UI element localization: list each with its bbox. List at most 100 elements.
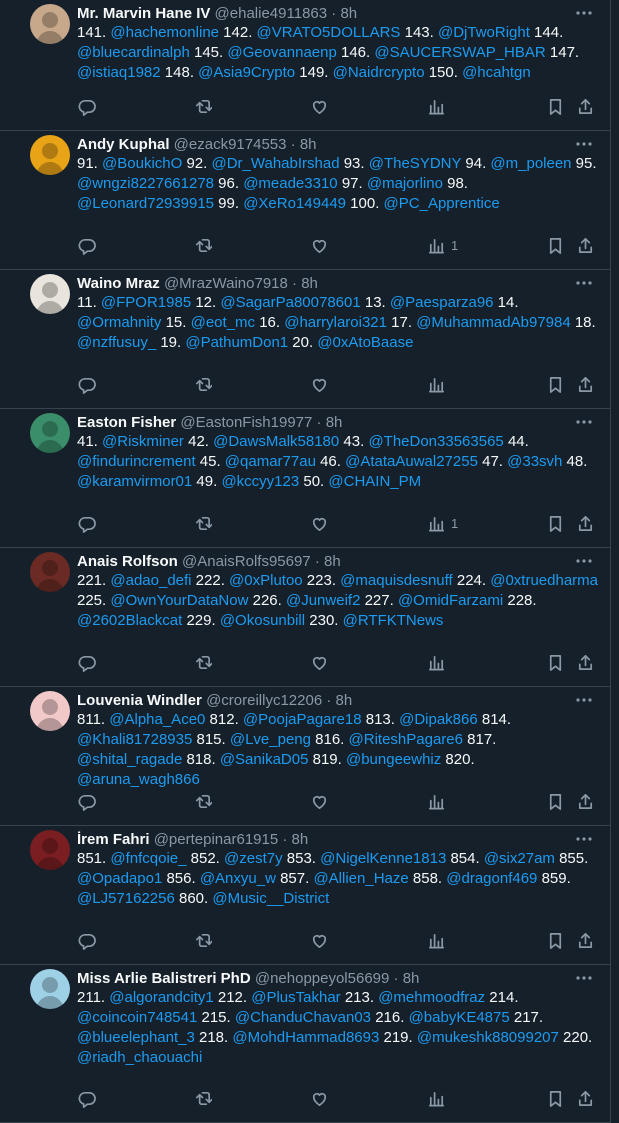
reply-icon[interactable] — [77, 97, 97, 117]
mention-link[interactable]: @PathumDon1 — [185, 334, 288, 351]
mention-link[interactable]: @Okosunbill — [220, 612, 305, 629]
timestamp[interactable]: 8h — [292, 831, 309, 848]
avatar[interactable] — [30, 274, 70, 314]
like-icon[interactable] — [310, 514, 330, 534]
mention-link[interactable]: @0xtruedharma — [490, 572, 598, 589]
like-icon[interactable] — [310, 792, 330, 812]
more-options-icon[interactable] — [573, 830, 595, 848]
retweet-icon[interactable] — [193, 375, 213, 395]
author-name[interactable]: Easton Fisher — [77, 414, 176, 431]
retweet-icon[interactable] — [193, 236, 213, 256]
bookmark-icon[interactable] — [546, 236, 566, 256]
more-options-icon[interactable] — [573, 552, 595, 570]
author-name[interactable]: Louvenia Windler — [77, 692, 202, 709]
like-icon[interactable] — [310, 375, 330, 395]
mention-link[interactable]: @algorandcity1 — [109, 989, 213, 1006]
tweet[interactable]: Mr. Marvin Hane IV @ehalie4911863 · 8h 14… — [0, 0, 611, 131]
mention-link[interactable]: @2602Blackcat — [77, 612, 182, 629]
mention-link[interactable]: @mehmoodfraz — [378, 989, 485, 1006]
mention-link[interactable]: @TheSYDNY — [369, 155, 461, 172]
mention-link[interactable]: @Khali81728935 — [77, 731, 192, 748]
mention-link[interactable]: @m_poleen — [490, 155, 571, 172]
reply-icon[interactable] — [77, 1089, 97, 1109]
mention-link[interactable]: @eot_mc — [191, 314, 255, 331]
avatar[interactable] — [30, 552, 70, 592]
bookmark-icon[interactable] — [546, 1089, 566, 1109]
mention-link[interactable]: @LJ57162256 — [77, 890, 175, 907]
bookmark-icon[interactable] — [546, 792, 566, 812]
avatar[interactable] — [30, 969, 70, 1009]
author-handle[interactable]: @croreillyc12206 — [206, 692, 322, 709]
author-name[interactable]: Miss Arlie Balistreri PhD — [77, 970, 251, 987]
author-name[interactable]: Andy Kuphal — [77, 136, 170, 153]
mention-link[interactable]: @PlusTakhar — [251, 989, 340, 1006]
mention-link[interactable]: @blueelephant_3 — [77, 1029, 195, 1046]
mention-link[interactable]: @SagarPa80078601 — [220, 294, 360, 311]
timestamp[interactable]: 8h — [340, 5, 357, 22]
mention-link[interactable]: @MohdHammad8693 — [232, 1029, 379, 1046]
mention-link[interactable]: @PC_Apprentice — [384, 195, 500, 212]
more-options-icon[interactable] — [573, 413, 595, 431]
timestamp[interactable]: 8h — [300, 136, 317, 153]
mention-link[interactable]: @fnfcqoie_ — [110, 850, 186, 867]
mention-link[interactable]: @bungeewhiz — [346, 751, 441, 768]
mention-link[interactable]: @OmidFarzami — [398, 592, 503, 609]
like-icon[interactable] — [310, 653, 330, 673]
tweet[interactable]: İrem Fahri @pertepinar61915 · 8h 851. @fn… — [0, 826, 611, 965]
retweet-icon[interactable] — [193, 97, 213, 117]
mention-link[interactable]: @AtataAuwal27255 — [345, 453, 478, 470]
mention-link[interactable]: @MuhammadAb97984 — [416, 314, 570, 331]
reply-icon[interactable] — [77, 653, 97, 673]
mention-link[interactable]: @Ormahnity — [77, 314, 161, 331]
mention-link[interactable]: @0xAtoBaase — [317, 334, 413, 351]
mention-link[interactable]: @OwnYourDataNow — [110, 592, 248, 609]
author-name[interactable]: İrem Fahri — [77, 831, 150, 848]
mention-link[interactable]: @wngzi8227661278 — [77, 175, 214, 192]
views-icon[interactable]: 1 — [427, 236, 458, 256]
mention-link[interactable]: @Riskminer — [102, 433, 184, 450]
author-name[interactable]: Waino Mraz — [77, 275, 160, 292]
mention-link[interactable]: @0xPlutoo — [229, 572, 303, 589]
timestamp[interactable]: 8h — [324, 553, 341, 570]
avatar[interactable] — [30, 4, 70, 44]
timestamp[interactable]: 8h — [403, 970, 420, 987]
mention-link[interactable]: @Junweif2 — [286, 592, 360, 609]
mention-link[interactable]: @riadh_chaouachi — [77, 1049, 202, 1066]
avatar[interactable] — [30, 691, 70, 731]
mention-link[interactable]: @Paesparza96 — [390, 294, 494, 311]
mention-link[interactable]: @hcahtgn — [462, 64, 531, 81]
author-handle[interactable]: @EastonFish19977 — [180, 414, 312, 431]
mention-link[interactable]: @shital_ragade — [77, 751, 182, 768]
timestamp[interactable]: 8h — [336, 692, 353, 709]
mention-link[interactable]: @Anxyu_w — [200, 870, 276, 887]
bookmark-icon[interactable] — [546, 931, 566, 951]
tweet[interactable]: Louvenia Windler @croreillyc12206 · 8h 81… — [0, 687, 611, 826]
mention-link[interactable]: @six27am — [484, 850, 555, 867]
reply-icon[interactable] — [77, 514, 97, 534]
mention-link[interactable]: @karamvirmor01 — [77, 473, 192, 490]
bookmark-icon[interactable] — [546, 97, 566, 117]
author-handle[interactable]: @AnaisRolfs95697 — [182, 553, 311, 570]
bookmark-icon[interactable] — [546, 514, 566, 534]
mention-link[interactable]: @zest7y — [224, 850, 283, 867]
retweet-icon[interactable] — [193, 1089, 213, 1109]
mention-link[interactable]: @coincoin748541 — [77, 1009, 197, 1026]
mention-link[interactable]: @VRATO5DOLLARS — [257, 24, 401, 41]
mention-link[interactable]: @qamar77au — [225, 453, 316, 470]
mention-link[interactable]: @Asia9Crypto — [198, 64, 295, 81]
mention-link[interactable]: @Opadapo1 — [77, 870, 162, 887]
tweet[interactable]: Easton Fisher @EastonFish19977 · 8h 41. @… — [0, 409, 611, 548]
mention-link[interactable]: @Geovannaenp — [227, 44, 336, 61]
mention-link[interactable]: @hachemonline — [110, 24, 219, 41]
avatar[interactable] — [30, 413, 70, 453]
mention-link[interactable]: @DawsMalk58180 — [213, 433, 339, 450]
views-icon[interactable] — [427, 931, 447, 951]
more-options-icon[interactable] — [573, 274, 595, 292]
mention-link[interactable]: @BoukichO — [102, 155, 182, 172]
timestamp[interactable]: 8h — [326, 414, 343, 431]
mention-link[interactable]: @maquisdesnuff — [340, 572, 453, 589]
mention-link[interactable]: @33svh — [507, 453, 562, 470]
bookmark-icon[interactable] — [546, 375, 566, 395]
mention-link[interactable]: @PoojaPagare18 — [243, 711, 362, 728]
like-icon[interactable] — [310, 97, 330, 117]
